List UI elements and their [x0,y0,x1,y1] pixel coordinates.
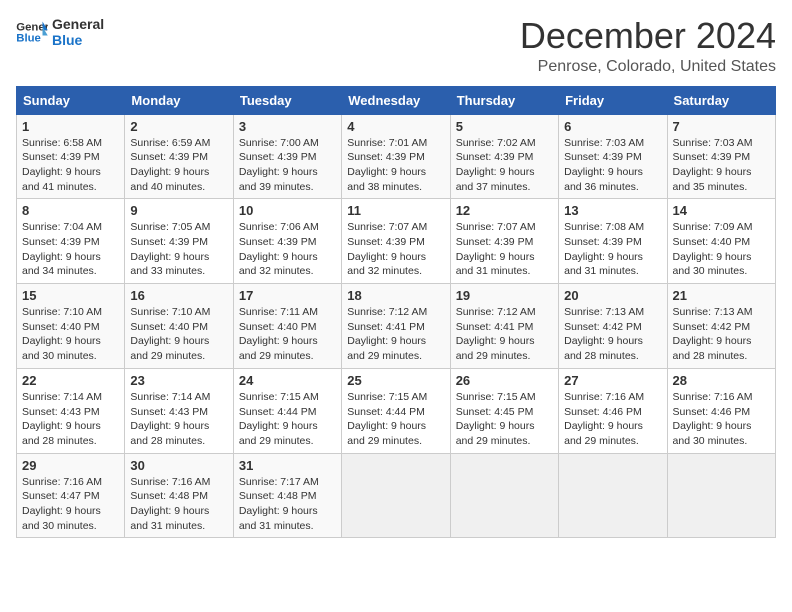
page-subtitle: Penrose, Colorado, United States [520,58,776,76]
table-row: 8 Sunrise: 7:04 AMSunset: 4:39 PMDayligh… [17,199,776,284]
list-item: 8 Sunrise: 7:04 AMSunset: 4:39 PMDayligh… [17,199,125,284]
header-tuesday: Tuesday [233,86,341,114]
header-thursday: Thursday [450,86,558,114]
list-item: 21 Sunrise: 7:13 AMSunset: 4:42 PMDaylig… [667,284,775,369]
header-sunday: Sunday [17,86,125,114]
list-item: 23 Sunrise: 7:14 AMSunset: 4:43 PMDaylig… [125,368,233,453]
calendar-header-row: Sunday Monday Tuesday Wednesday Thursday… [17,86,776,114]
header-saturday: Saturday [667,86,775,114]
list-item: 24 Sunrise: 7:15 AMSunset: 4:44 PMDaylig… [233,368,341,453]
list-item-empty [342,453,450,538]
list-item-empty [559,453,667,538]
list-item: 9 Sunrise: 7:05 AMSunset: 4:39 PMDayligh… [125,199,233,284]
list-item: 20 Sunrise: 7:13 AMSunset: 4:42 PMDaylig… [559,284,667,369]
list-item: 11 Sunrise: 7:07 AMSunset: 4:39 PMDaylig… [342,199,450,284]
table-row: 15 Sunrise: 7:10 AMSunset: 4:40 PMDaylig… [17,284,776,369]
svg-text:Blue: Blue [16,33,41,45]
list-item: 5 Sunrise: 7:02 AMSunset: 4:39 PMDayligh… [450,114,558,199]
list-item: 26 Sunrise: 7:15 AMSunset: 4:45 PMDaylig… [450,368,558,453]
list-item: 6 Sunrise: 7:03 AMSunset: 4:39 PMDayligh… [559,114,667,199]
list-item: 14 Sunrise: 7:09 AMSunset: 4:40 PMDaylig… [667,199,775,284]
list-item: 10 Sunrise: 7:06 AMSunset: 4:39 PMDaylig… [233,199,341,284]
list-item: 12 Sunrise: 7:07 AMSunset: 4:39 PMDaylig… [450,199,558,284]
list-item: 17 Sunrise: 7:11 AMSunset: 4:40 PMDaylig… [233,284,341,369]
list-item: 18 Sunrise: 7:12 AMSunset: 4:41 PMDaylig… [342,284,450,369]
list-item: 29 Sunrise: 7:16 AMSunset: 4:47 PMDaylig… [17,453,125,538]
calendar-table: Sunday Monday Tuesday Wednesday Thursday… [16,86,776,539]
logo: General Blue General Blue [16,16,104,48]
list-item: 19 Sunrise: 7:12 AMSunset: 4:41 PMDaylig… [450,284,558,369]
list-item: 27 Sunrise: 7:16 AMSunset: 4:46 PMDaylig… [559,368,667,453]
list-item: 30 Sunrise: 7:16 AMSunset: 4:48 PMDaylig… [125,453,233,538]
logo-icon: General Blue [16,18,48,46]
page-title: December 2024 [520,16,776,56]
table-row: 1 Sunrise: 6:58 AMSunset: 4:39 PMDayligh… [17,114,776,199]
header-friday: Friday [559,86,667,114]
table-row: 29 Sunrise: 7:16 AMSunset: 4:47 PMDaylig… [17,453,776,538]
list-item: 13 Sunrise: 7:08 AMSunset: 4:39 PMDaylig… [559,199,667,284]
list-item: 7 Sunrise: 7:03 AMSunset: 4:39 PMDayligh… [667,114,775,199]
list-item: 31 Sunrise: 7:17 AMSunset: 4:48 PMDaylig… [233,453,341,538]
header-monday: Monday [125,86,233,114]
list-item: 4 Sunrise: 7:01 AMSunset: 4:39 PMDayligh… [342,114,450,199]
table-row: 22 Sunrise: 7:14 AMSunset: 4:43 PMDaylig… [17,368,776,453]
list-item-empty [667,453,775,538]
list-item: 2 Sunrise: 6:59 AMSunset: 4:39 PMDayligh… [125,114,233,199]
list-item-empty [450,453,558,538]
list-item: 22 Sunrise: 7:14 AMSunset: 4:43 PMDaylig… [17,368,125,453]
list-item: 25 Sunrise: 7:15 AMSunset: 4:44 PMDaylig… [342,368,450,453]
title-section: December 2024 Penrose, Colorado, United … [520,16,776,76]
list-item: 1 Sunrise: 6:58 AMSunset: 4:39 PMDayligh… [17,114,125,199]
logo-text-general: General [52,16,104,32]
list-item: 15 Sunrise: 7:10 AMSunset: 4:40 PMDaylig… [17,284,125,369]
list-item: 3 Sunrise: 7:00 AMSunset: 4:39 PMDayligh… [233,114,341,199]
list-item: 16 Sunrise: 7:10 AMSunset: 4:40 PMDaylig… [125,284,233,369]
list-item: 28 Sunrise: 7:16 AMSunset: 4:46 PMDaylig… [667,368,775,453]
logo-text-blue: Blue [52,32,104,48]
header-wednesday: Wednesday [342,86,450,114]
